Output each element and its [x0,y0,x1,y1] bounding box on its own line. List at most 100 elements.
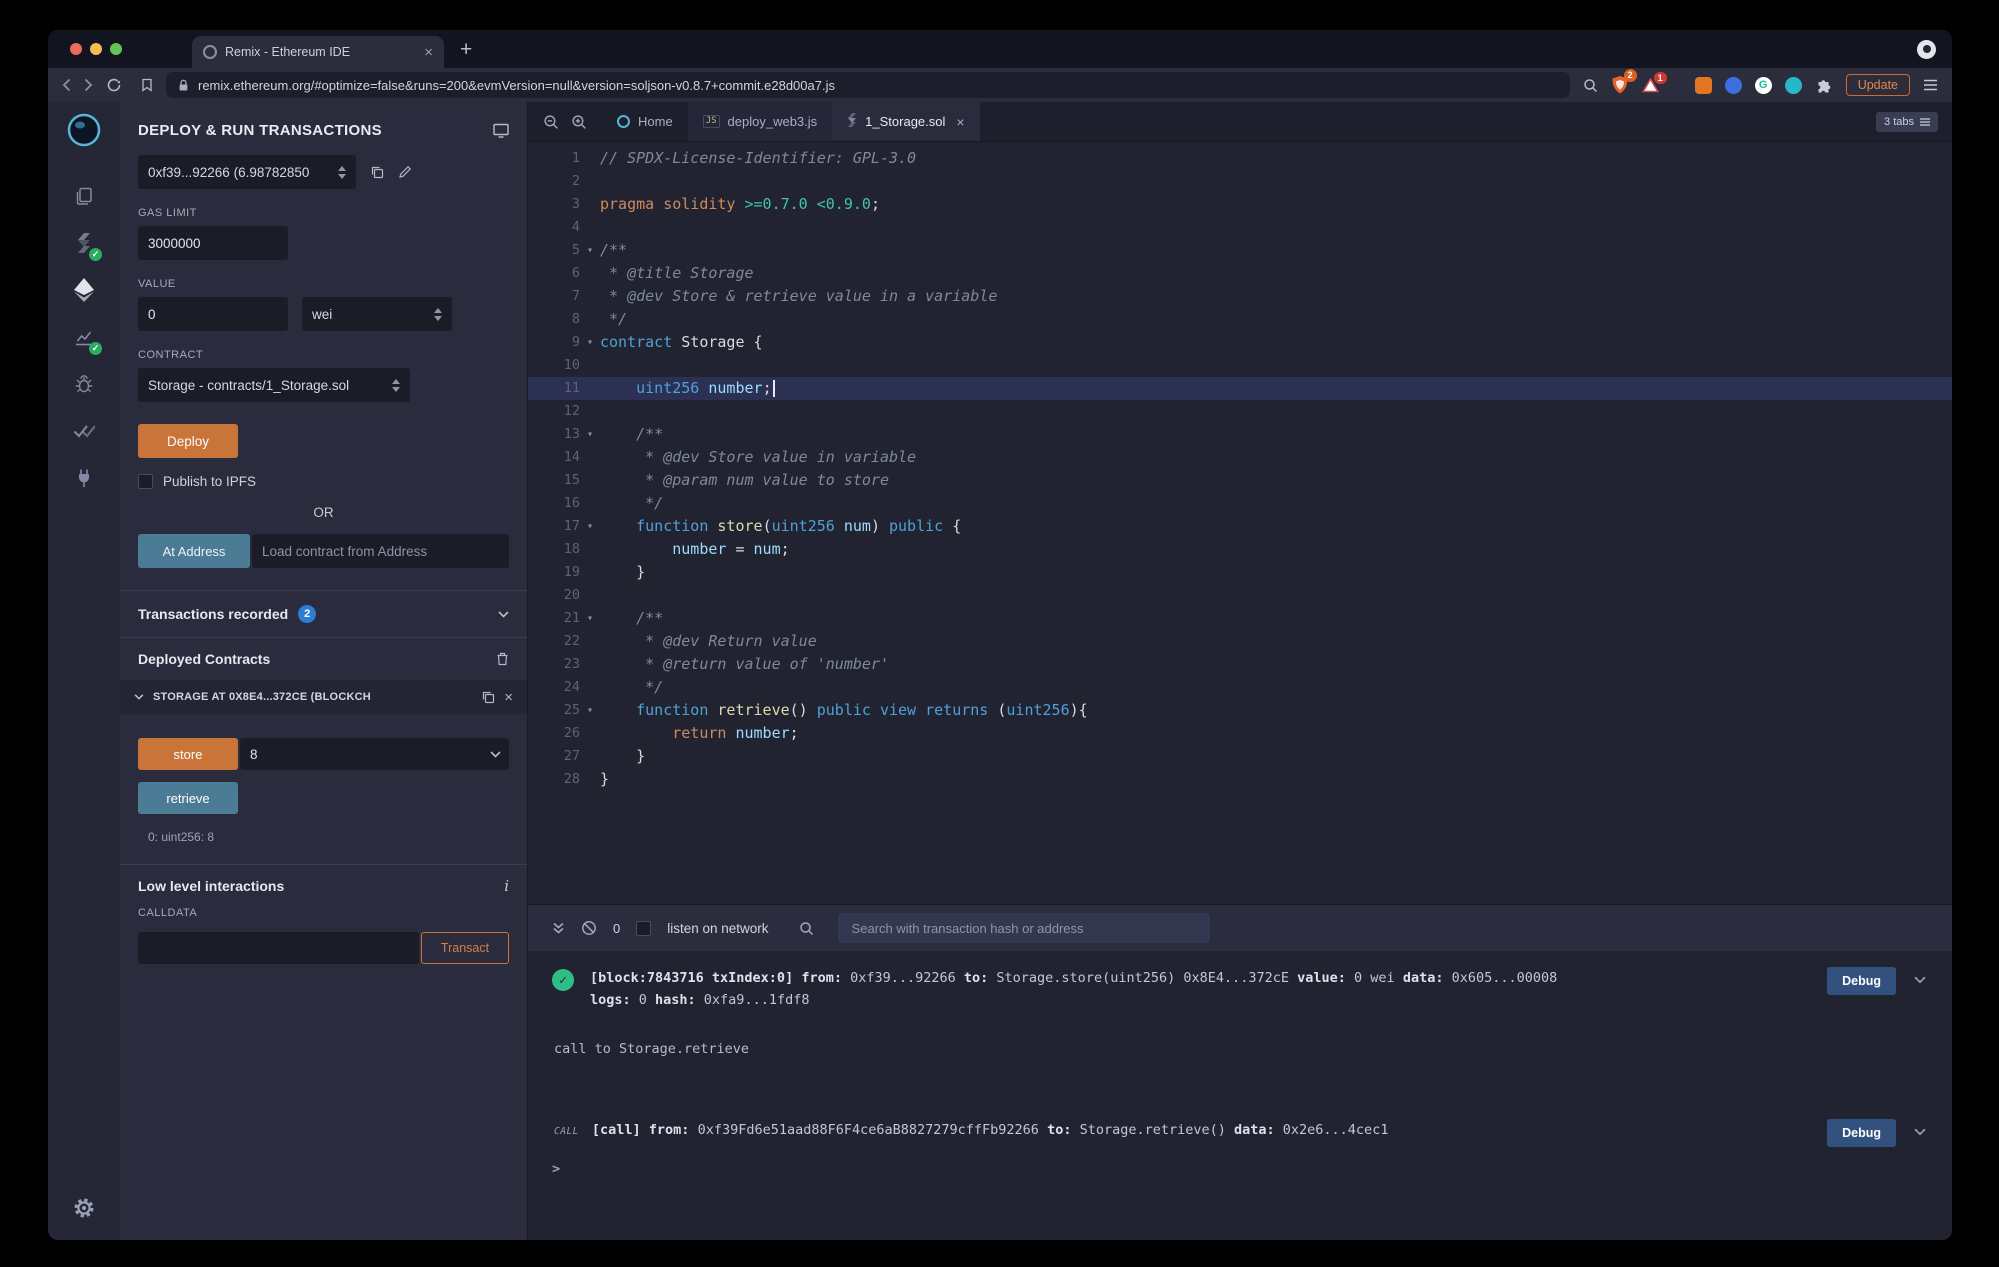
plugin-manager-icon[interactable] [61,457,107,499]
code-line[interactable]: 27 } [528,745,1952,768]
listen-network-checkbox[interactable] [636,920,652,936]
zoom-out-icon[interactable] [543,114,559,130]
forward-button[interactable] [84,78,93,92]
fold-arrow-icon[interactable]: ▾ [580,607,600,630]
metamask-extension-icon[interactable] [1694,76,1712,94]
trash-icon[interactable] [496,652,509,666]
bookmark-icon[interactable] [141,78,153,92]
publish-ipfs-checkbox[interactable] [138,474,153,489]
code-line[interactable]: 5 ▾/** [528,239,1952,262]
at-address-button[interactable]: At Address [138,534,250,568]
update-button[interactable]: Update [1845,74,1910,96]
code-line[interactable]: 12 [528,400,1952,423]
code-line[interactable]: 6 * @title Storage [528,262,1952,285]
fold-arrow-icon[interactable]: ▾ [580,515,600,538]
back-button[interactable] [62,78,71,92]
code-line[interactable]: 23 * @return value of 'number' [528,653,1952,676]
code-line[interactable]: 21 ▾ /** [528,607,1952,630]
chevron-down-icon[interactable] [1914,1128,1926,1136]
static-analysis-icon[interactable]: ✓ [61,316,107,358]
code-line[interactable]: 17 ▾ function store(uint256 num) public { [528,515,1952,538]
value-unit-select[interactable]: wei [302,297,452,331]
code-line[interactable]: 10 [528,354,1952,377]
new-tab-button[interactable]: + [460,39,472,60]
address-bar[interactable]: remix.ethereum.org/#optimize=false&runs=… [166,72,1570,98]
code-line[interactable]: 11 uint256 number; [528,377,1952,400]
store-function-button[interactable]: store [138,738,238,770]
copy-contract-icon[interactable] [481,690,495,704]
grammarly-extension-icon[interactable]: G [1754,76,1772,94]
code-line[interactable]: 15 * @param num value to store [528,469,1952,492]
reload-button[interactable] [106,77,122,93]
code-line[interactable]: 7 * @dev Store & retrieve value in a var… [528,285,1952,308]
panel-monitor-icon[interactable] [493,123,509,138]
debug-button[interactable]: Debug [1827,1119,1896,1147]
copy-account-icon[interactable] [370,165,384,179]
code-line[interactable]: 24 */ [528,676,1952,699]
chevron-down-icon[interactable] [1914,976,1926,984]
code-line[interactable]: 25 ▾ function retrieve() public view retu… [528,699,1952,722]
code-line[interactable]: 1 // SPDX-License-Identifier: GPL-3.0 [528,147,1952,170]
tab-storage-sol[interactable]: 1_Storage.sol × [832,102,980,141]
maximize-window-button[interactable] [110,43,122,55]
brave-rewards-icon[interactable]: 1 [1641,71,1667,93]
code-line[interactable]: 16 */ [528,492,1952,515]
remix-logo[interactable] [66,112,102,153]
info-icon[interactable]: i [504,877,509,895]
tab-home[interactable]: Home [602,102,688,141]
expand-terminal-icon[interactable] [552,922,565,934]
browser-tab[interactable]: Remix - Ethereum IDE × [192,36,444,68]
account-select[interactable]: 0xf39...92266 (6.98782850 [138,155,356,189]
code-line[interactable]: 2 [528,170,1952,193]
retrieve-function-button[interactable]: retrieve [138,782,238,814]
gas-limit-input[interactable] [138,226,288,260]
code-line[interactable]: 28} [528,768,1952,791]
close-window-button[interactable] [70,43,82,55]
edit-account-icon[interactable] [398,165,412,179]
brave-shield-icon[interactable]: 2 [1611,69,1637,95]
transact-button[interactable]: Transact [421,932,509,964]
close-tab-icon[interactable]: × [956,114,964,130]
chevron-down-icon[interactable] [490,750,501,758]
debugger-icon[interactable] [61,363,107,405]
code-line[interactable]: 8 */ [528,308,1952,331]
code-line[interactable]: 3 pragma solidity >=0.7.0 <0.9.0; [528,193,1952,216]
code-line[interactable]: 9 ▾ contract Storage { [528,331,1952,354]
profile-icon[interactable] [1917,39,1936,59]
fold-arrow-icon[interactable]: ▾ [580,239,600,262]
value-input[interactable] [138,297,288,331]
zoom-in-icon[interactable] [571,114,587,130]
fold-arrow-icon[interactable]: ▾ [580,423,600,446]
chevron-down-icon[interactable] [498,610,509,618]
chevron-down-icon[interactable] [134,694,144,700]
code-line[interactable]: 20 [528,584,1952,607]
deploy-run-icon[interactable] [61,269,107,311]
code-line[interactable]: 4 [528,216,1952,239]
fold-arrow-icon[interactable]: ▾ [580,699,600,722]
code-line[interactable]: 19 } [528,561,1952,584]
remove-contract-icon[interactable]: × [504,690,513,705]
clear-console-icon[interactable] [581,920,597,936]
minimize-window-button[interactable] [90,43,102,55]
fold-arrow-icon[interactable]: ▾ [580,331,600,354]
terminal-search-input[interactable] [849,919,1198,937]
terminal-prompt[interactable]: > [552,1161,1942,1177]
tabs-count-badge[interactable]: 3 tabs [1876,111,1938,132]
code-line[interactable]: 26 return number; [528,722,1952,745]
contract-select[interactable]: Storage - contracts/1_Storage.sol [138,368,410,402]
code-line[interactable]: 18 number = num; [528,538,1952,561]
code-line[interactable]: 14 * @dev Store value in variable [528,446,1952,469]
transactions-recorded-row[interactable]: Transactions recorded 2 [138,591,509,637]
zoom-icon[interactable] [1583,78,1598,93]
code-editor[interactable]: 1// SPDX-License-Identifier: GPL-3.0 2 3 pr… [528,142,1952,904]
debug-button[interactable]: Debug [1827,967,1896,995]
code-line[interactable]: 22 * @dev Return value [528,630,1952,653]
tab-deploy-web3[interactable]: JS deploy_web3.js [687,102,833,141]
deploy-button[interactable]: Deploy [138,424,238,458]
settings-gear-icon[interactable] [48,1196,120,1220]
solidity-compiler-icon[interactable]: ✓ [61,222,107,264]
blue-extension-icon[interactable] [1724,76,1742,94]
code-line[interactable]: 13 ▾ /** [528,423,1952,446]
calldata-input[interactable] [138,932,419,964]
deployed-contract-header[interactable]: STORAGE AT 0X8E4...372CE (BLOCKCH × [120,680,527,714]
